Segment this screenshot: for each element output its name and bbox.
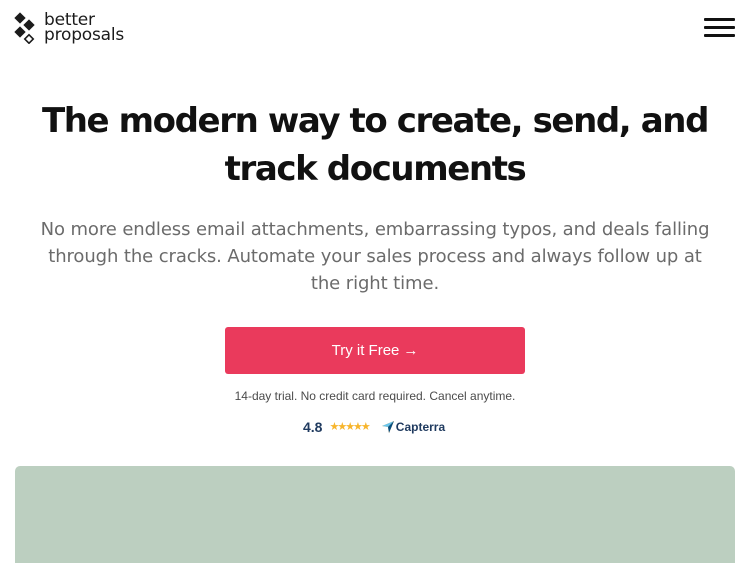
arrow-right-icon: → [403,342,419,359]
brand-logo[interactable]: better proposals [14,12,125,45]
hamburger-menu-icon[interactable] [704,16,735,38]
trial-note: 14-day trial. No credit card required. C… [234,389,516,403]
rating-score: 4.8 [303,419,323,435]
stars-glyphs: ★★★★★ [329,420,370,433]
capterra-arrow-icon [381,420,395,434]
try-free-label: Try it Free [331,342,400,359]
hero-subtitle-line3: the right time. [310,273,440,294]
hero-subtitle-line2: through the cracks. Automate your sales … [48,246,702,267]
capterra-logo: Capterra [381,420,445,434]
diamond-dots-icon [14,12,38,45]
hero-title-line2: track documents [224,149,527,189]
hero-title-line1: The modern way to create, send, and [41,101,710,141]
try-free-button[interactable]: Try it Free → [225,327,525,374]
rating-badge[interactable]: 4.8 ★★★★★ Capterra [303,417,445,437]
star-rating-icon: ★★★★★ [329,420,370,433]
hero-title: The modern way to create, send, and trac… [40,97,710,193]
brand-name: better proposals [44,12,125,45]
product-preview-panel [15,466,735,563]
hero-subtitle: No more endless email attachments, embar… [20,216,730,297]
site-header: better proposals [0,0,750,60]
hero-subtitle-line1: No more endless email attachments, embar… [40,219,710,240]
brand-name-line2: proposals [44,25,125,45]
capterra-label: Capterra [395,420,446,434]
